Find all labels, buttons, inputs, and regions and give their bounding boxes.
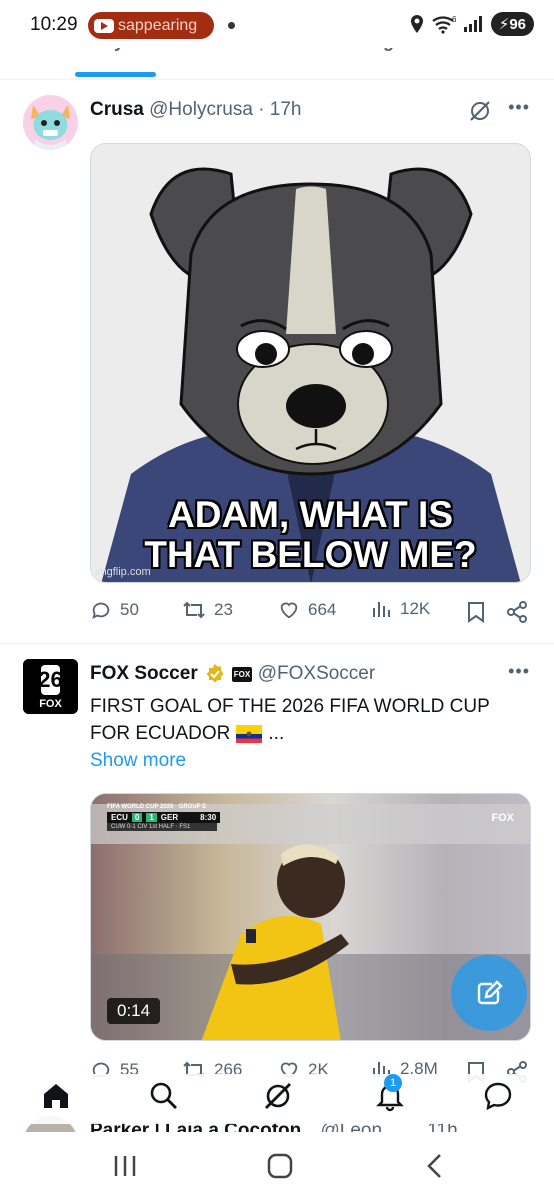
home-icon[interactable] [40,1080,72,1112]
media-notification-pill[interactable]: sappearing [88,12,214,39]
notification-badge: 1 [384,1074,402,1092]
more-options-icon[interactable]: ••• [508,97,530,118]
grok-nav-icon[interactable] [262,1080,294,1112]
author-name[interactable]: FOX Soccer [90,663,198,685]
affiliate-fox-icon: FOX [231,666,252,682]
away-goals: 1 [146,813,157,822]
video-watermark: FOX [491,812,514,824]
notifications-nav-button[interactable]: 1 [374,1074,406,1112]
meme-caption-line2: THAT BELOW ME? [144,534,477,575]
post-text-line1: FIRST GOAL OF THE 2026 FIFA WORLD CUP [90,696,490,717]
bottom-navigation: 1 [0,1074,554,1124]
match-clock: 8:30 [200,813,217,822]
repost-icon [183,601,205,619]
show-more-link[interactable]: Show more [90,750,186,772]
post-image[interactable]: ADAM, WHAT IS THAT BELOW ME? imgflip.com [90,143,531,583]
meme-caption-line1: ADAM, WHAT IS [168,494,453,535]
system-navigation-bar [0,1132,554,1200]
video-duration: 0:14 [107,998,161,1024]
compose-post-button[interactable] [451,955,527,1031]
like-button[interactable]: 664 [278,599,336,621]
reply-button[interactable]: 50 [90,599,139,621]
post-time[interactable]: 17h [270,99,302,120]
location-icon [410,15,423,33]
views-button[interactable]: 12K [372,599,430,619]
recent-apps-icon[interactable] [112,1154,138,1178]
home-team: ECU [111,813,128,822]
more-options-icon[interactable]: ••• [508,661,530,682]
reply-count: 50 [120,600,139,619]
verified-badge-icon [206,664,224,683]
scoreboard-sub: CUW 0-1 CIV 1st HALF · FS1 [107,823,217,831]
grok-icon[interactable] [468,99,492,123]
avatar-image [23,95,78,150]
avatar[interactable]: 26 FOX [23,659,78,714]
status-time: 10:29 [30,14,78,35]
fox-logo: 26 FOX [23,659,78,714]
notification-dot [228,22,235,29]
signal-icon [463,16,482,32]
repost-count: 23 [214,600,233,619]
scoreboard-title: FIFA WORLD CUP 2026 · GROUP E [107,804,207,810]
notification-text: sappearing [118,16,198,34]
author-handle[interactable]: @FOXSoccer [258,663,375,685]
home-goals: 0 [131,813,143,822]
share-icon[interactable] [506,601,528,623]
ecuador-flag-icon [236,724,263,743]
repost-button[interactable]: 23 [182,599,233,621]
view-count: 12K [400,599,431,618]
separator: · [258,99,265,120]
back-icon[interactable] [424,1152,444,1180]
author-handle[interactable]: @Holycrusa [149,99,253,120]
bookmark-icon[interactable] [466,601,486,623]
like-count: 664 [308,600,337,619]
avatar[interactable] [23,95,78,150]
post-actions: 50 23 664 12K [90,599,534,629]
messages-icon[interactable] [482,1080,514,1112]
compose-icon [477,980,503,1005]
post-text-line2: FOR ECUADOR [90,723,231,744]
youtube-icon [94,18,114,33]
status-bar: 10:29 sappearing 6 ⚡96 [0,0,554,48]
reply-icon [92,602,110,620]
search-icon[interactable] [148,1080,180,1112]
views-icon [373,602,390,617]
author-name[interactable]: Crusa [90,99,144,120]
svg-text:6: 6 [452,15,457,24]
svg-text:26: 26 [38,667,62,692]
image-watermark: imgflip.com [95,566,151,578]
scoreboard: FIFA WORLD CUP 2026 · GROUP E ECU 0 1 GE… [107,804,221,831]
battery-indicator: ⚡96 [490,12,534,36]
home-system-icon[interactable] [266,1152,294,1180]
post-text-ellipsis: ... [268,723,285,744]
away-team: GER [160,813,179,822]
svg-text:FOX: FOX [39,698,62,710]
post-text: FIRST GOAL OF THE 2026 FIFA WORLD CUP FO… [90,693,520,747]
heart-icon [280,602,298,619]
wifi-icon: 6 [432,15,457,34]
status-icons: 6 ⚡96 [409,12,534,36]
active-tab-indicator [75,72,156,77]
post-crusa[interactable]: Crusa @Holycrusa · 17h ••• ADAM, WHAT IS… [0,81,554,644]
